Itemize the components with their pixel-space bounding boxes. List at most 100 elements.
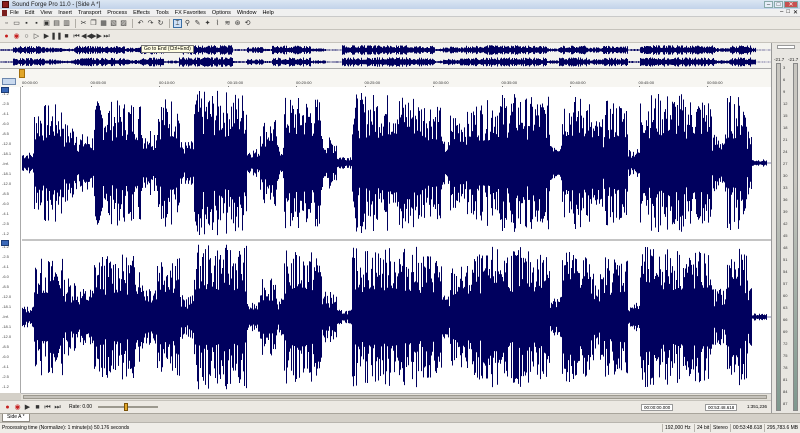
play-icon-small[interactable]: ▶ bbox=[23, 403, 32, 412]
menu-options[interactable]: Options bbox=[212, 10, 231, 16]
loop-playback-icon[interactable]: ○ bbox=[22, 32, 31, 41]
ruler-controls-icon[interactable] bbox=[2, 78, 16, 85]
forward-icon[interactable]: ▶▶ bbox=[91, 32, 102, 41]
meter-header[interactable] bbox=[777, 45, 795, 49]
go-to-end-icon[interactable]: ⏭ bbox=[102, 32, 111, 41]
meter-scale-label: 27 bbox=[783, 161, 788, 166]
status-bar: Processing time (Normalize): 1 minute(s)… bbox=[0, 422, 800, 433]
status-message: Processing time (Normalize): 1 minute(s)… bbox=[2, 425, 130, 431]
doc-minimize-button[interactable]: – bbox=[780, 9, 783, 16]
tab-side-a[interactable]: Side A * bbox=[2, 414, 30, 422]
menu-help[interactable]: Help bbox=[262, 10, 273, 16]
level-ruler-label: -8.5 bbox=[2, 131, 9, 136]
scrub-tool-icon[interactable]: ⊛ bbox=[233, 19, 242, 28]
maximize-button[interactable]: □ bbox=[774, 1, 783, 8]
record-icon[interactable]: ● bbox=[2, 32, 11, 41]
level-ruler-label: -6.0 bbox=[2, 201, 9, 206]
meter-scale-label: 69 bbox=[783, 329, 788, 334]
doc-restore-button[interactable]: □ bbox=[786, 9, 790, 16]
rate-slider-knob[interactable] bbox=[124, 403, 129, 411]
doc-close-button[interactable]: ✕ bbox=[793, 9, 798, 16]
position-bar: ● ◉ ▶ ■ ⏮ ⏭ Rate: 0.00 00:00:00.000 00:5… bbox=[0, 400, 800, 413]
meter-scale-label: 60 bbox=[783, 293, 788, 298]
overview-waveform[interactable] bbox=[0, 43, 771, 69]
mix-icon[interactable]: ▧ bbox=[109, 19, 118, 28]
meter-scale-label: 48 bbox=[783, 245, 788, 250]
meter-scale-label: 45 bbox=[783, 233, 788, 238]
menu-window[interactable]: Window bbox=[237, 10, 257, 16]
repeat-icon[interactable]: ↻ bbox=[156, 19, 165, 28]
record-arm-icon-small[interactable]: ◉ bbox=[13, 403, 22, 412]
stop-icon[interactable]: ■ bbox=[62, 32, 71, 41]
play-all-icon[interactable]: ▷ bbox=[32, 32, 41, 41]
event-tool-icon[interactable]: ✦ bbox=[203, 19, 212, 28]
save-all-icon[interactable]: ▪ bbox=[32, 19, 41, 28]
play-icon[interactable]: ▶ bbox=[42, 32, 51, 41]
channels[interactable]: Stereo bbox=[710, 424, 730, 432]
waveform[interactable] bbox=[22, 87, 771, 393]
record-arm-icon[interactable]: ◉ bbox=[12, 32, 21, 41]
go-to-end-icon-small[interactable]: ⏭ bbox=[53, 403, 62, 412]
meter-scale-label: 42 bbox=[783, 221, 788, 226]
menu-effects[interactable]: Effects bbox=[133, 10, 150, 16]
time-ruler[interactable]: 00:00:00 00:05:00 00:10:00 00:15:00 00:20:00… bbox=[0, 69, 771, 89]
level-ruler-label: -Inf. bbox=[2, 314, 9, 319]
pause-icon[interactable]: ❚❚ bbox=[51, 32, 63, 41]
envelope-tool-icon[interactable]: ⌇ bbox=[213, 19, 222, 28]
selection-start-field[interactable]: 00:00:00.000 bbox=[641, 404, 674, 411]
ruler-tick-label: 00:50:00 bbox=[707, 80, 723, 85]
go-to-start-icon[interactable]: ⏮ bbox=[72, 32, 81, 41]
document-icon[interactable] bbox=[2, 9, 7, 16]
waveform-area[interactable]: -1.2 -2.5 -4.1 -6.0 -8.5 -12.0 -18.1 -Inf. -18.1… bbox=[0, 87, 771, 393]
minimize-button[interactable]: – bbox=[764, 1, 773, 8]
rewind-icon[interactable]: ◀◀ bbox=[81, 32, 92, 41]
window-title: Sound Forge Pro 11.0 - [Side A *] bbox=[12, 1, 101, 8]
close-button[interactable]: ✕ bbox=[784, 1, 798, 8]
level-ruler-label: -12.0 bbox=[2, 334, 12, 339]
rate-slider[interactable] bbox=[98, 403, 159, 411]
undo-icon[interactable]: ↶ bbox=[136, 19, 145, 28]
cut-icon[interactable]: ✂ bbox=[79, 19, 88, 28]
meter-scale-label: 12 bbox=[783, 101, 788, 106]
trim-icon[interactable]: ▨ bbox=[119, 19, 128, 28]
render-icon[interactable]: ▣ bbox=[42, 19, 51, 28]
menu-transport[interactable]: Transport bbox=[78, 10, 101, 16]
magnify-tool-icon[interactable]: ⚲ bbox=[183, 19, 192, 28]
menu-tools[interactable]: Tools bbox=[156, 10, 169, 16]
bit-depth[interactable]: 24 bit bbox=[694, 424, 711, 432]
menu-view[interactable]: View bbox=[40, 10, 52, 16]
menu-fx-favorites[interactable]: FX Favorites bbox=[175, 10, 206, 16]
redo-icon[interactable]: ↷ bbox=[146, 19, 155, 28]
level-ruler-label: -2.5 bbox=[2, 101, 9, 106]
pencil-tool-icon[interactable]: ✎ bbox=[193, 19, 202, 28]
overview-bar[interactable] bbox=[0, 43, 771, 69]
edit-tool-icon[interactable]: ⌶ bbox=[173, 18, 182, 28]
menu-file[interactable]: File bbox=[10, 10, 19, 16]
file-length: 00:53:48.618 bbox=[730, 424, 764, 432]
zoom-ratio: 1:351,236 bbox=[747, 404, 768, 409]
new-file-icon[interactable]: ▫ bbox=[2, 19, 11, 28]
meter-scale-label: 51 bbox=[783, 257, 788, 262]
open-folder-icon[interactable]: ▭ bbox=[12, 19, 21, 28]
horizontal-scrollbar[interactable] bbox=[21, 393, 771, 400]
sample-rate[interactable]: 192,000 Hz bbox=[662, 424, 693, 432]
menu-process[interactable]: Process bbox=[107, 10, 127, 16]
menu-edit[interactable]: Edit bbox=[25, 10, 34, 16]
stop-icon-small[interactable]: ■ bbox=[33, 403, 42, 412]
playhead-marker-icon[interactable] bbox=[19, 69, 25, 78]
print-icon[interactable]: ▥ bbox=[62, 19, 71, 28]
properties-icon[interactable]: ▤ bbox=[52, 19, 61, 28]
spectral-tool-icon[interactable]: ≋ bbox=[223, 19, 232, 28]
loop-tool-icon[interactable]: ⟲ bbox=[243, 19, 252, 28]
selection-end-field[interactable]: 00:53:48.618 bbox=[705, 404, 738, 411]
paste-icon[interactable]: ▦ bbox=[99, 19, 108, 28]
menu-insert[interactable]: Insert bbox=[58, 10, 72, 16]
scrollbar-thumb[interactable] bbox=[23, 395, 767, 399]
save-icon[interactable]: ▪ bbox=[22, 19, 31, 28]
meter-scale-label: 6 bbox=[783, 77, 786, 82]
meter-left bbox=[776, 63, 781, 411]
level-ruler-label: -18.1 bbox=[2, 304, 12, 309]
record-icon-small[interactable]: ● bbox=[3, 403, 12, 412]
copy-icon[interactable]: ❐ bbox=[89, 19, 98, 28]
go-to-start-icon-small[interactable]: ⏮ bbox=[43, 403, 52, 412]
